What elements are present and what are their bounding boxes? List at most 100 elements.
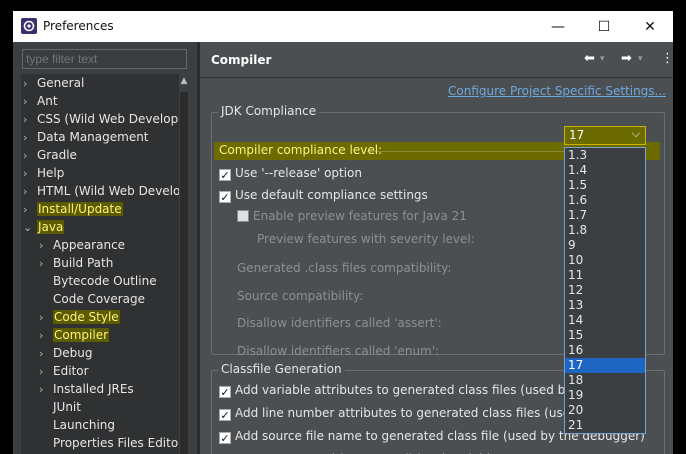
compliance-option[interactable]: 16 <box>565 343 645 358</box>
tree-item-label: Build Path <box>53 256 114 270</box>
tree-item[interactable]: Launching <box>39 416 115 434</box>
classfile-option-checkbox[interactable]: ✓ <box>219 386 231 398</box>
enable-preview-checkbox <box>237 210 249 222</box>
chevron-down-icon[interactable]: ⌵ <box>632 127 640 141</box>
compliance-option[interactable]: 10 <box>565 253 645 268</box>
compliance-level-label: Compiler compliance level: <box>219 143 383 157</box>
tree-item[interactable]: › Gradle <box>23 146 77 164</box>
tree-item-label: Editor <box>53 364 89 378</box>
jdk-compliance-legend: JDK Compliance <box>218 104 320 118</box>
tree-item[interactable]: › HTML (Wild Web Develo <box>23 182 179 200</box>
classfile-option-checkbox[interactable]: ✓ <box>219 432 231 444</box>
compliance-level-value: 17 <box>569 128 585 142</box>
chevron-right-icon[interactable]: › <box>23 165 37 183</box>
chevron-down-icon[interactable]: ⌄ <box>23 219 37 237</box>
compliance-level-dropdown[interactable]: 1.3 1.4 1.5 1.6 1.7 1.8 9 10 11 12 13 14 15 16 17 18 19 2… <box>564 147 646 434</box>
right-pane: Compiler ⬅ ▾ ➡ ▾ ⋮ Configure Project Spe… <box>200 42 674 454</box>
enable-preview-label: Enable preview features for Java 21 <box>253 209 467 223</box>
compliance-option[interactable]: 15 <box>565 328 645 343</box>
minimize-button[interactable]: — <box>535 11 581 42</box>
compliance-option[interactable]: 13 <box>565 298 645 313</box>
close-button[interactable]: ✕ <box>627 11 673 42</box>
chevron-right-icon[interactable]: › <box>23 93 37 111</box>
compliance-option[interactable]: 19 <box>565 388 645 403</box>
chevron-right-icon[interactable]: › <box>39 363 53 381</box>
tree-scrollbar[interactable]: ▲ <box>179 74 189 454</box>
compliance-level-select[interactable]: 17 ⌵ <box>564 126 646 145</box>
tree-item-label: Appearance <box>53 238 126 252</box>
menu-icon[interactable]: ⋮ <box>661 51 674 66</box>
maximize-button[interactable]: ☐ <box>581 11 627 42</box>
chevron-right-icon[interactable]: › <box>23 183 37 201</box>
generated-compat-label: Generated .class files compatibility: <box>237 261 452 275</box>
chevron-right-icon[interactable]: › <box>23 201 37 219</box>
default-compliance-label: Use default compliance settings <box>235 188 428 202</box>
tree-item-label: JUnit <box>53 400 81 414</box>
compliance-option[interactable]: 1.5 <box>565 178 645 193</box>
assert-identifier-label: Disallow identifiers called 'assert': <box>237 316 442 330</box>
tree-item[interactable]: Bytecode Outline <box>39 272 157 290</box>
tree-item[interactable]: › Code Style <box>39 308 120 326</box>
tree-item[interactable]: › Help <box>23 164 64 182</box>
chevron-right-icon[interactable]: › <box>23 111 37 129</box>
tree-item[interactable]: › Data Management <box>23 128 149 146</box>
chevron-right-icon[interactable]: › <box>39 381 53 399</box>
scroll-up-icon[interactable]: ▲ <box>179 76 189 88</box>
tree-item-label: Gradle <box>37 148 77 162</box>
tree-item[interactable]: Code Coverage <box>39 290 145 308</box>
compliance-option[interactable]: 11 <box>565 268 645 283</box>
chevron-right-icon[interactable]: › <box>39 255 53 273</box>
compliance-option[interactable]: 18 <box>565 373 645 388</box>
tree-item[interactable]: › Appearance <box>39 236 125 254</box>
tree-item[interactable]: › Install/Update <box>23 200 123 218</box>
classfile-option-checkbox[interactable]: ✓ <box>219 409 231 421</box>
chevron-right-icon[interactable]: › <box>39 345 53 363</box>
compliance-option[interactable]: 1.3 <box>565 148 645 163</box>
tree-item-label: Bytecode Outline <box>53 274 157 288</box>
preferences-tree: › General › Ant › CSS (Wild Web Develop › Data … <box>21 74 179 454</box>
tree-item[interactable]: › Installed JREs <box>39 380 134 398</box>
chevron-right-icon[interactable]: › <box>23 129 37 147</box>
header-separator <box>200 77 673 78</box>
tree-item[interactable]: › Editor <box>39 362 89 380</box>
tree-item[interactable]: Properties Files Edito <box>39 434 178 452</box>
compliance-option[interactable]: 17 <box>565 358 645 373</box>
chevron-right-icon[interactable]: › <box>23 75 37 93</box>
back-menu-icon[interactable]: ▾ <box>600 54 605 64</box>
tree-item[interactable]: › Compiler <box>39 326 110 345</box>
classfile-generation-legend: Classfile Generation <box>218 362 345 376</box>
scroll-thumb[interactable] <box>180 92 188 454</box>
compliance-option[interactable]: 21 <box>565 418 645 433</box>
compliance-option[interactable]: 12 <box>565 283 645 298</box>
preferences-icon <box>21 18 37 34</box>
tree-item-label: Properties Files Edito <box>53 436 179 450</box>
compliance-option[interactable]: 14 <box>565 313 645 328</box>
tree-item[interactable]: › CSS (Wild Web Develop <box>23 110 178 128</box>
compliance-option[interactable]: 1.7 <box>565 208 645 223</box>
back-icon[interactable]: ⬅ <box>584 51 595 66</box>
filter-input[interactable] <box>22 49 187 69</box>
default-compliance-row[interactable]: ✓ Use default compliance settings <box>219 188 428 203</box>
compliance-option[interactable]: 1.6 <box>565 193 645 208</box>
release-option-row[interactable]: ✓ Use '--release' option <box>219 166 362 181</box>
tree-item[interactable]: › Debug <box>39 344 92 362</box>
chevron-right-icon[interactable]: › <box>39 237 53 255</box>
tree-item[interactable]: ⌄ Java <box>23 218 65 237</box>
tree-item[interactable]: JUnit <box>39 398 81 416</box>
default-compliance-checkbox[interactable]: ✓ <box>219 191 231 203</box>
compliance-option[interactable]: 1.8 <box>565 223 645 238</box>
forward-icon[interactable]: ➡ <box>621 51 632 66</box>
compliance-leader-line <box>367 151 577 152</box>
compliance-option[interactable]: 9 <box>565 238 645 253</box>
chevron-right-icon[interactable]: › <box>39 327 53 345</box>
tree-item[interactable]: › Ant <box>23 92 58 110</box>
chevron-right-icon[interactable]: › <box>39 309 53 327</box>
compliance-option[interactable]: 1.4 <box>565 163 645 178</box>
tree-item[interactable]: › Build Path <box>39 254 113 272</box>
compliance-option[interactable]: 20 <box>565 403 645 418</box>
chevron-right-icon[interactable]: › <box>23 147 37 165</box>
release-checkbox[interactable]: ✓ <box>219 169 231 181</box>
configure-project-settings-link[interactable]: Configure Project Specific Settings... <box>448 84 666 98</box>
tree-item[interactable]: › General <box>23 74 84 92</box>
forward-menu-icon[interactable]: ▾ <box>638 54 643 64</box>
